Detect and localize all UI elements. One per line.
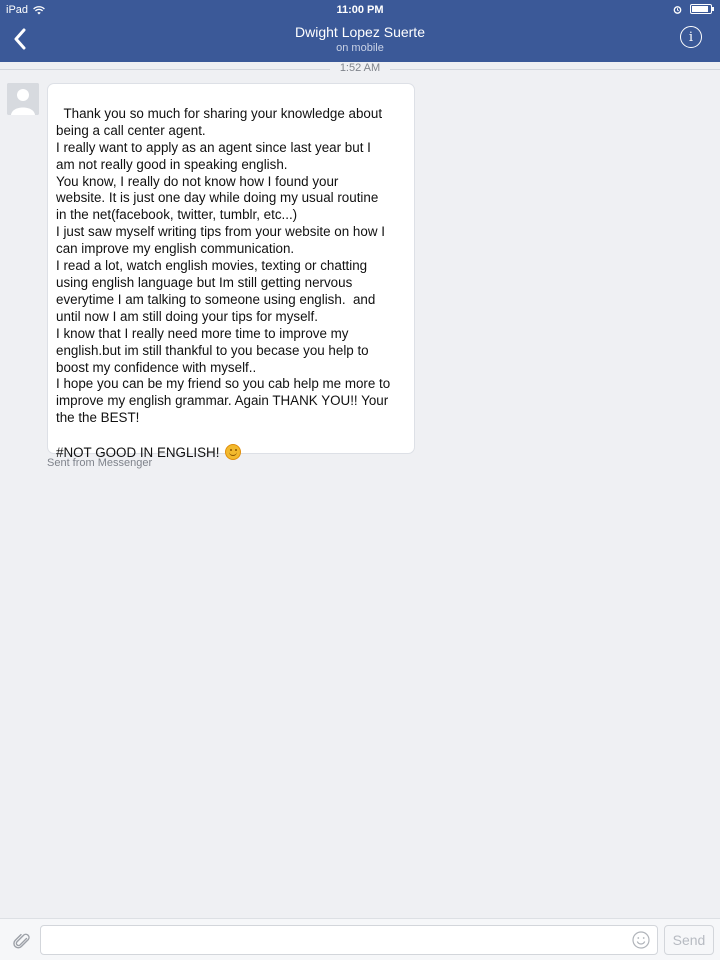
sent-from-label: Sent from Messenger xyxy=(47,457,153,469)
message-text: Thank you so much for sharing your knowl… xyxy=(56,105,391,461)
smiley-icon xyxy=(632,931,650,949)
contact-name: Dwight Lopez Suerte xyxy=(295,24,425,40)
battery-level xyxy=(692,6,709,12)
contact-status: on mobile xyxy=(336,42,384,54)
info-button[interactable]: i xyxy=(680,26,702,48)
top-bar: iPad 11:00 PM Dwight Lopez Suerte on mob… xyxy=(0,0,720,62)
conversation-header: Dwight Lopez Suerte on mobile xyxy=(0,24,720,54)
message-bubble: Thank you so much for sharing your knowl… xyxy=(47,83,415,461)
avatar[interactable] xyxy=(7,83,39,115)
composer-bar: Send xyxy=(0,918,720,960)
emoji-button[interactable] xyxy=(632,931,650,949)
battery-icon xyxy=(690,4,714,14)
message-input[interactable] xyxy=(40,925,658,955)
alarm-icon xyxy=(673,5,682,14)
status-bar: iPad 11:00 PM xyxy=(0,0,720,20)
paperclip-icon xyxy=(13,933,30,949)
default-avatar-icon xyxy=(7,83,39,115)
status-time: 11:00 PM xyxy=(336,4,384,16)
info-icon: i xyxy=(688,29,694,45)
attach-button[interactable] xyxy=(10,929,34,953)
send-button[interactable]: Send xyxy=(664,925,714,955)
smiling-face-icon xyxy=(225,444,242,461)
message-timestamp: 1:52 AM xyxy=(330,62,390,74)
